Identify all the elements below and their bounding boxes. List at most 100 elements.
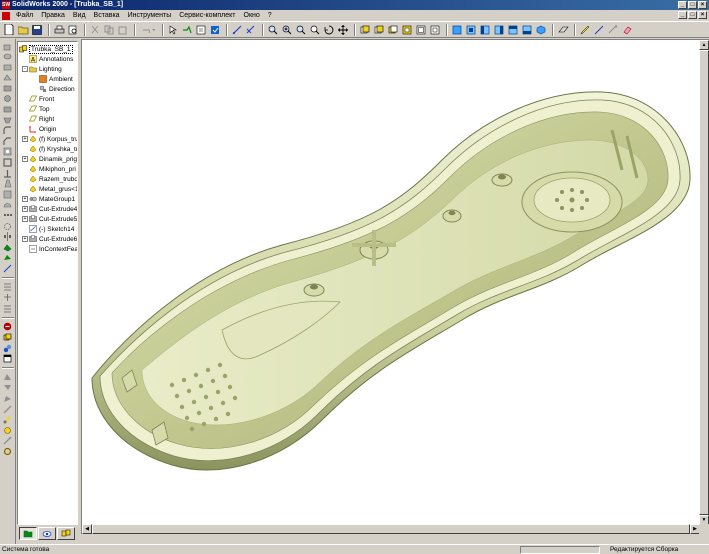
view-orientation-icon[interactable] bbox=[415, 24, 427, 36]
edit-sketch-icon[interactable] bbox=[593, 24, 605, 36]
revolve-icon[interactable] bbox=[2, 52, 13, 62]
mate-icon[interactable] bbox=[607, 24, 619, 36]
sketch-toggle-icon[interactable] bbox=[231, 24, 243, 36]
collapse-icon[interactable]: - bbox=[22, 66, 28, 72]
cut-sweep-icon[interactable] bbox=[2, 105, 13, 115]
tree-item[interactable]: Trubka_SB_1 bbox=[19, 44, 73, 54]
tree-item[interactable]: (f) Kryshka_tru bbox=[22, 144, 77, 154]
hole-icon[interactable] bbox=[2, 147, 13, 157]
vertical-scrollbar[interactable]: ▲ ▼ bbox=[699, 40, 709, 525]
horizontal-scroll-thumb[interactable] bbox=[92, 524, 690, 534]
fillet-icon[interactable] bbox=[2, 126, 13, 136]
undo-dropdown[interactable] bbox=[139, 24, 157, 36]
menu-service-pack[interactable]: Сервис-комплект bbox=[175, 10, 239, 21]
tree-item[interactable]: - Lighting bbox=[22, 64, 62, 74]
print-preview-icon[interactable] bbox=[67, 24, 79, 36]
component-yellow-icon[interactable] bbox=[2, 332, 13, 342]
expand-icon[interactable]: + bbox=[22, 196, 28, 202]
insert-component-icon[interactable] bbox=[2, 242, 13, 252]
minimize-button[interactable]: _ bbox=[678, 1, 687, 9]
view-top-icon[interactable] bbox=[507, 24, 519, 36]
tree-item[interactable]: Right bbox=[22, 114, 54, 124]
cut-loft-icon[interactable] bbox=[2, 115, 13, 125]
view-bottom-icon[interactable] bbox=[521, 24, 533, 36]
cut-extrude-icon[interactable] bbox=[2, 83, 13, 93]
tree-item[interactable]: Ambient bbox=[32, 74, 73, 84]
expand-icon[interactable]: + bbox=[22, 136, 28, 142]
tree-item[interactable]: (-) Sketch14 bbox=[22, 224, 74, 234]
scroll-up-button[interactable]: ▲ bbox=[699, 40, 709, 50]
menu-tools[interactable]: Инструменты bbox=[124, 10, 176, 21]
draft-icon[interactable] bbox=[2, 179, 13, 189]
expand-icon[interactable]: + bbox=[22, 216, 28, 222]
display-window-icon[interactable] bbox=[2, 354, 13, 364]
tree-item[interactable]: + Dinamik_prig bbox=[22, 154, 77, 164]
dome-icon[interactable] bbox=[2, 200, 13, 210]
doc-minimize-button[interactable]: _ bbox=[678, 11, 687, 19]
surface-icon[interactable] bbox=[2, 303, 13, 313]
tree-item[interactable]: Origin bbox=[22, 124, 56, 134]
view-left-icon[interactable] bbox=[479, 24, 491, 36]
tool-f-icon[interactable] bbox=[2, 425, 13, 435]
curve-icon[interactable] bbox=[2, 293, 13, 303]
options-icon[interactable] bbox=[209, 24, 221, 36]
move-component-icon[interactable] bbox=[2, 253, 13, 263]
rebuild-icon[interactable] bbox=[181, 24, 193, 36]
cut-icon[interactable] bbox=[89, 24, 101, 36]
rotate-view-icon[interactable] bbox=[323, 24, 335, 36]
handset-model-render[interactable] bbox=[82, 40, 700, 525]
plane-icon[interactable] bbox=[557, 24, 569, 36]
sketch-line-icon[interactable] bbox=[2, 263, 13, 273]
sweep-icon[interactable] bbox=[2, 62, 13, 72]
graphics-area[interactable]: ▲ ▼ ◀ ▶ bbox=[81, 39, 709, 534]
wireframe-icon[interactable] bbox=[359, 24, 371, 36]
tree-item[interactable]: A Annotations bbox=[22, 54, 73, 64]
tool-g-icon[interactable] bbox=[2, 436, 13, 446]
menu-edit[interactable]: Правка bbox=[37, 10, 69, 21]
stop-icon[interactable] bbox=[2, 322, 13, 332]
maximize-button[interactable]: □ bbox=[688, 1, 697, 9]
save-icon[interactable] bbox=[31, 24, 43, 36]
tree-item[interactable]: + (f) Korpus_tru bbox=[22, 134, 77, 144]
horizontal-scrollbar[interactable]: ◀ ▶ bbox=[82, 524, 700, 534]
view-right-icon[interactable] bbox=[493, 24, 505, 36]
zoom-area-icon[interactable] bbox=[295, 24, 307, 36]
tool-c-icon[interactable] bbox=[2, 393, 13, 403]
tree-item[interactable]: Direction bbox=[32, 84, 75, 94]
expand-icon[interactable]: + bbox=[22, 206, 28, 212]
expand-icon[interactable]: + bbox=[22, 236, 28, 242]
pan-icon[interactable] bbox=[337, 24, 349, 36]
menu-help[interactable]: ? bbox=[264, 10, 276, 21]
tree-item[interactable]: + MateGroup1 bbox=[22, 194, 75, 204]
close-button[interactable]: × bbox=[698, 1, 707, 9]
mirror-icon[interactable] bbox=[2, 232, 13, 242]
section-view-icon[interactable] bbox=[429, 24, 441, 36]
view-isometric-icon[interactable] bbox=[535, 24, 547, 36]
tree-item[interactable]: Mikiphon_pri bbox=[22, 164, 76, 174]
hidden-removed-icon[interactable] bbox=[387, 24, 399, 36]
vertical-scroll-thumb[interactable] bbox=[699, 50, 709, 515]
doc-restore-button[interactable]: □ bbox=[688, 11, 697, 19]
open-folder-icon[interactable] bbox=[17, 24, 29, 36]
property-manager-tab[interactable] bbox=[38, 527, 56, 540]
linear-pattern-icon[interactable] bbox=[2, 211, 13, 221]
title-bar[interactable]: SW SolidWorks 2000 - [Trubka_SB_1] _ □ × bbox=[0, 0, 709, 10]
shaded-icon[interactable] bbox=[401, 24, 413, 36]
zoom-to-fit-icon[interactable] bbox=[267, 24, 279, 36]
tool-a-icon[interactable] bbox=[2, 372, 13, 382]
zoom-selection-icon[interactable] bbox=[309, 24, 321, 36]
feature-tree[interactable]: Trubka_SB_1 A Annotations - Lighting Ambient D… bbox=[17, 41, 78, 525]
new-file-icon[interactable] bbox=[3, 24, 15, 36]
configuration-manager-tab[interactable] bbox=[57, 527, 75, 540]
smart-dimension-icon[interactable] bbox=[245, 24, 257, 36]
tree-item[interactable]: Razem_trubo bbox=[22, 174, 77, 184]
tree-item[interactable]: Metal_grus<1 bbox=[22, 184, 77, 194]
view-front-icon[interactable] bbox=[451, 24, 463, 36]
select-arrow-icon[interactable] bbox=[167, 24, 179, 36]
menu-window[interactable]: Окно bbox=[240, 10, 264, 21]
file-properties-icon[interactable] bbox=[195, 24, 207, 36]
reference-geometry-icon[interactable] bbox=[2, 282, 13, 292]
cut-revolve-icon[interactable] bbox=[2, 94, 13, 104]
document-icon[interactable] bbox=[2, 11, 10, 20]
extrude-icon[interactable] bbox=[2, 41, 13, 51]
